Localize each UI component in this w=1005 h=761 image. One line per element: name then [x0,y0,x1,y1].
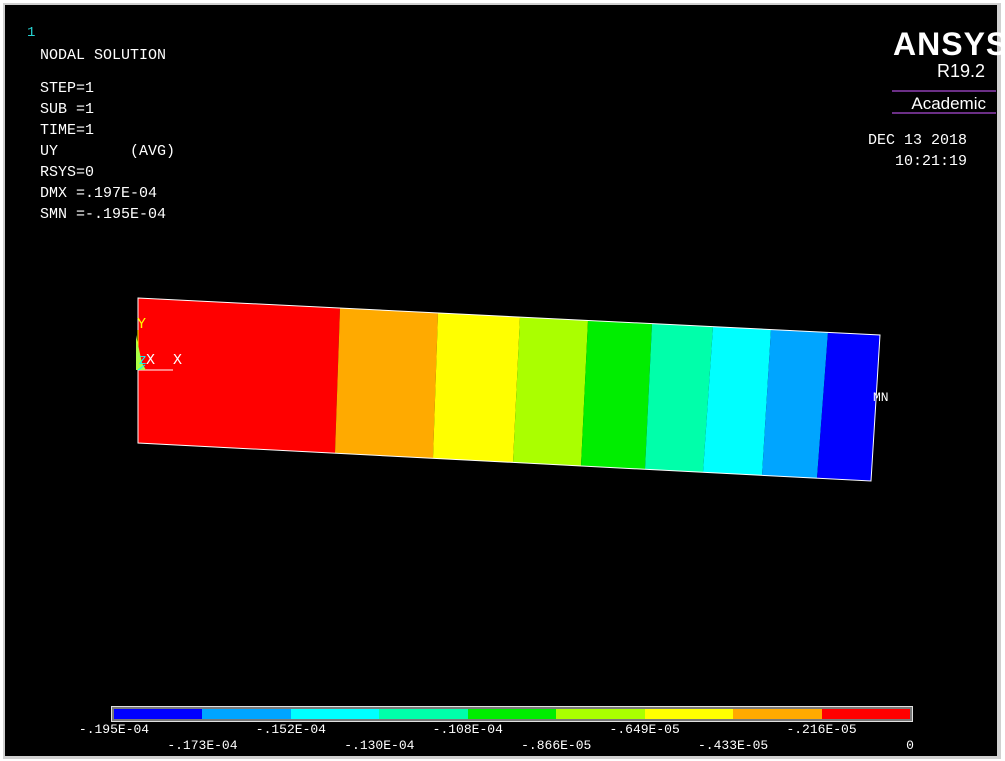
legend-swatch [821,709,910,719]
legend-label: -.649E-05 [609,722,680,737]
contour-band [703,326,771,476]
legend-swatch [202,709,291,719]
legend-label: -.152E-04 [255,722,326,737]
legend-label: 0 [906,738,914,753]
legend-swatch [556,709,645,719]
legend-label: -.195E-04 [78,722,150,737]
contour-band [817,332,880,481]
contour-band [762,329,828,479]
legend-label: -.433E-05 [698,738,769,753]
contour-band [335,308,438,459]
contour-band [138,298,340,454]
contour-band [645,323,713,473]
legend-swatch [733,709,822,719]
legend-label: -.216E-05 [786,722,857,737]
x-axis-label: X [146,352,156,369]
contour-bands [138,298,880,481]
legend-swatch [467,709,557,719]
contour-band [581,320,652,470]
legend-swatch [114,709,203,719]
graphics-window[interactable]: 1 NODAL SOLUTION STEP=1 SUB =1 TIME=1 UY… [3,3,1005,759]
legend-swatch [290,709,380,719]
contour-band [513,317,588,466]
x-node-label: X [173,352,183,369]
legend-swatch [379,709,468,719]
legend-label: -.130E-04 [344,738,415,753]
min-marker: MN [873,390,889,405]
contour-legend-bar [111,706,913,722]
legend-label: -.108E-04 [432,722,503,737]
beam-contour-plot[interactable] [5,5,995,755]
y-axis-label: Y [137,316,147,333]
contour-band [433,312,520,463]
legend-swatch [644,709,734,719]
legend-label: -.866E-05 [521,738,592,753]
legend-label: -.173E-04 [167,738,238,753]
